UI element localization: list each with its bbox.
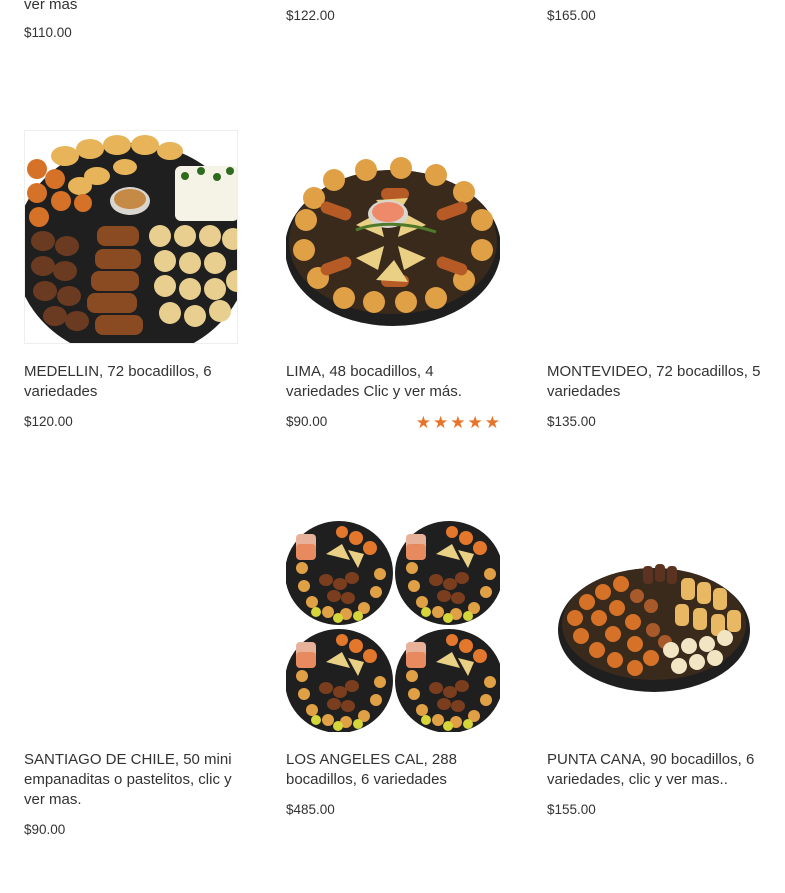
- star-icon: ★: [467, 413, 483, 432]
- product-card-top-2: $122.00: [286, 8, 502, 23]
- product-image[interactable]: [286, 518, 500, 732]
- product-image[interactable]: [24, 130, 238, 344]
- product-image[interactable]: [547, 518, 761, 732]
- product-title[interactable]: PUNTA CANA, 90 bocadillos, 6 variedades,…: [547, 750, 763, 790]
- product-card-punta-cana: PUNTA CANA, 90 bocadillos, 6 variedades,…: [547, 518, 763, 817]
- product-card-santiago: SANTIAGO DE CHILE, 50 mini empanaditas o…: [24, 518, 240, 837]
- product-price: $120.00: [24, 414, 73, 429]
- product-title[interactable]: LIMA, 48 bocadillos, 4 variedades Clic y…: [286, 362, 502, 402]
- star-icon: ★: [450, 413, 466, 432]
- product-card-top-1: ver mas $110.00: [24, 0, 240, 40]
- product-price: $155.00: [547, 802, 596, 817]
- star-icon: ★: [415, 413, 431, 432]
- product-card-los-angeles: LOS ANGELES CAL, 288 bocadillos, 6 varie…: [286, 518, 502, 817]
- product-title[interactable]: SANTIAGO DE CHILE, 50 mini empanaditas o…: [24, 750, 240, 810]
- product-image[interactable]: [547, 130, 761, 344]
- product-price: $165.00: [547, 8, 596, 23]
- product-title[interactable]: ver mas: [24, 0, 240, 15]
- product-price: $135.00: [547, 414, 596, 429]
- price-rating-row: $90.00 ★ ★ ★ ★ ★: [286, 414, 502, 431]
- star-icon: ★: [433, 413, 449, 432]
- rating-stars: ★ ★ ★ ★ ★: [416, 414, 500, 431]
- product-title[interactable]: MEDELLIN, 72 bocadillos, 6 variedades: [24, 362, 240, 402]
- product-card-top-3: $165.00: [547, 8, 763, 23]
- product-price: $90.00: [24, 822, 66, 837]
- product-price: $122.00: [286, 8, 335, 23]
- product-image[interactable]: [24, 518, 238, 732]
- product-price: $110.00: [24, 25, 72, 40]
- product-image[interactable]: [286, 130, 500, 344]
- product-card-medellin: MEDELLIN, 72 bocadillos, 6 variedades $1…: [24, 130, 240, 429]
- star-icon: ★: [484, 413, 500, 432]
- product-price: $485.00: [286, 802, 335, 817]
- product-title[interactable]: LOS ANGELES CAL, 288 bocadillos, 6 varie…: [286, 750, 502, 790]
- product-title[interactable]: MONTEVIDEO, 72 bocadillos, 5 variedades: [547, 362, 763, 402]
- product-card-montevideo: MONTEVIDEO, 72 bocadillos, 5 variedades …: [547, 130, 763, 429]
- product-card-lima: LIMA, 48 bocadillos, 4 variedades Clic y…: [286, 130, 502, 431]
